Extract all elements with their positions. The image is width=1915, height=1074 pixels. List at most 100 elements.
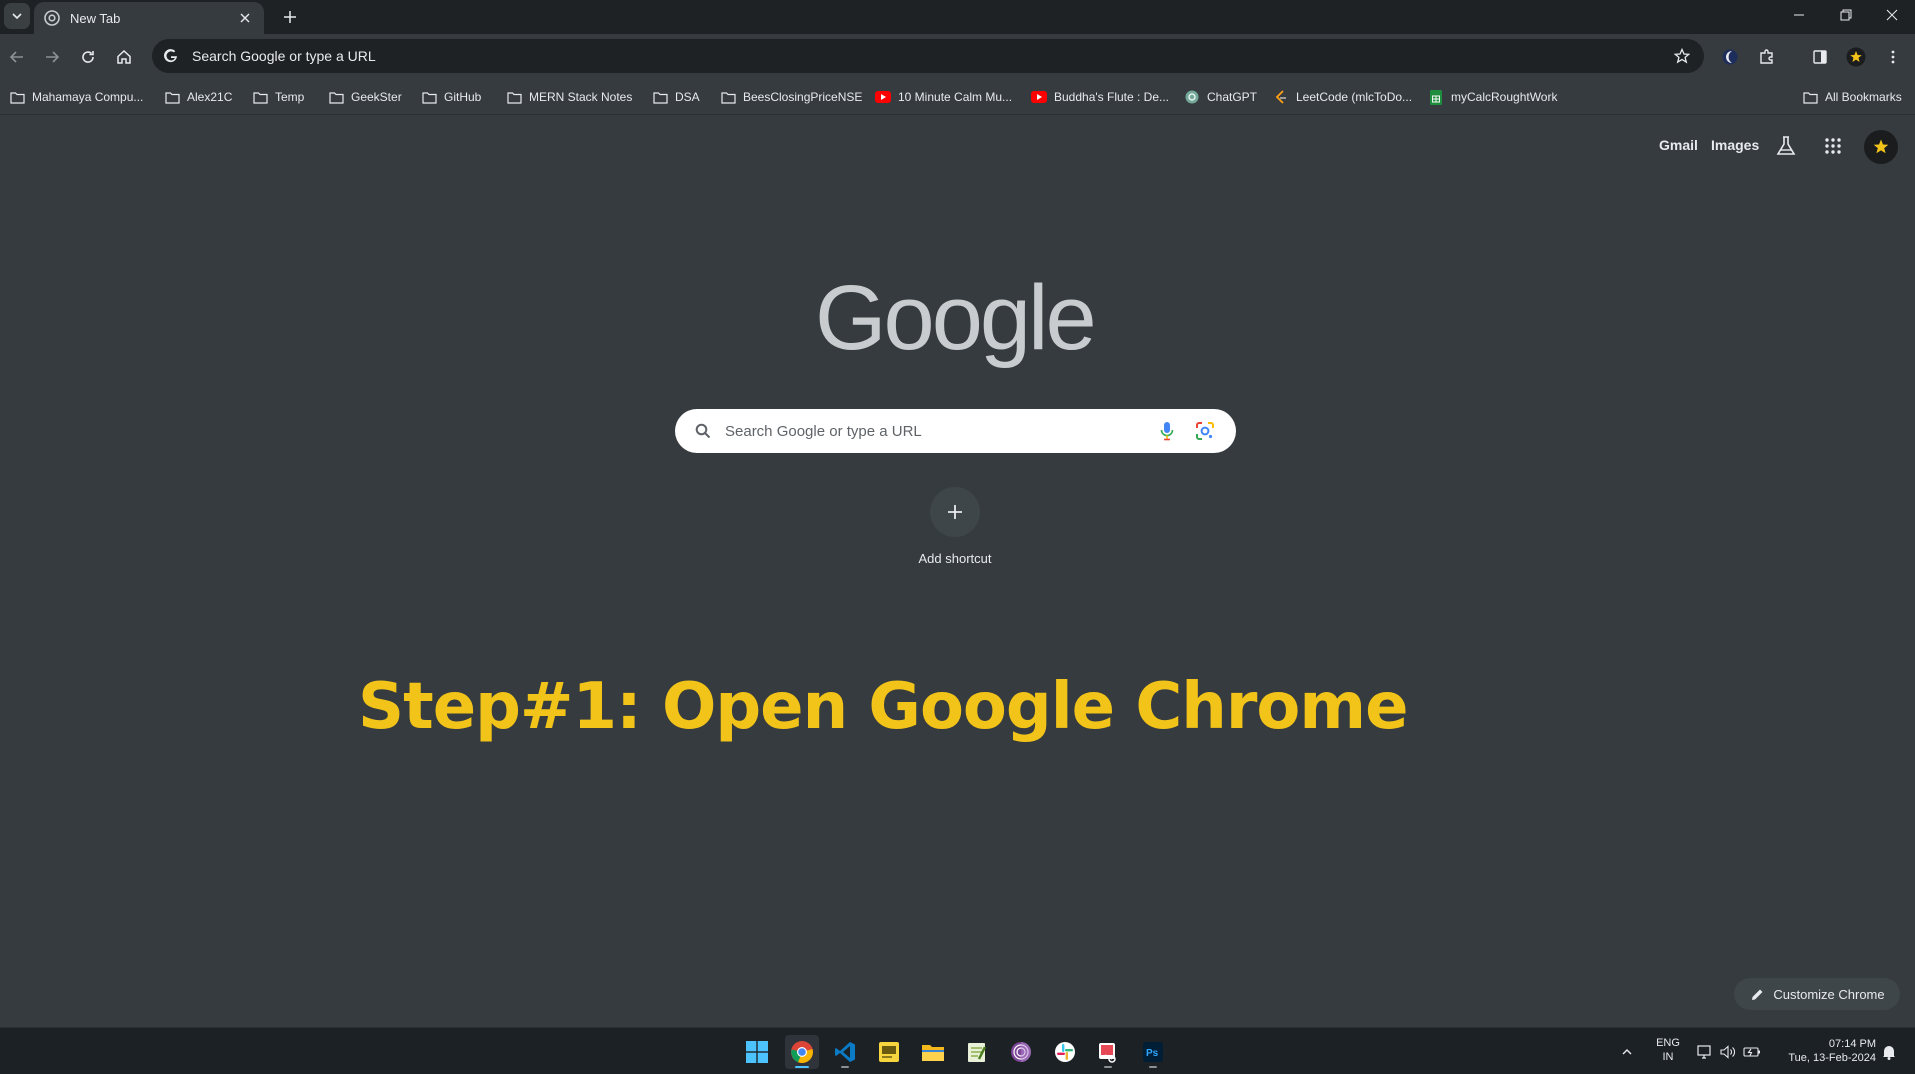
tab-new-tab[interactable]: New Tab (34, 2, 264, 34)
lens-icon (1196, 422, 1214, 440)
forward-button[interactable] (38, 43, 66, 71)
home-icon (117, 49, 131, 64)
bookmark-folder[interactable]: DSA (652, 88, 700, 106)
bookmark-link[interactable]: LeetCode (mlcToDo... (1273, 88, 1412, 106)
star-outline-icon (1674, 48, 1690, 64)
language-indicator[interactable]: ENG IN (1652, 1036, 1684, 1064)
tab-search-button[interactable] (4, 3, 30, 29)
customize-chrome-button[interactable]: Customize Chrome (1734, 978, 1900, 1010)
volume-button[interactable] (1719, 1043, 1737, 1061)
profile-star-avatar-icon (1846, 47, 1866, 67)
clock-button[interactable]: 07:14 PM Tue, 13-Feb-2024 (1772, 1037, 1876, 1065)
taskbar-sticky-notes[interactable] (872, 1035, 906, 1069)
start-button[interactable] (740, 1035, 774, 1069)
close-window-button[interactable] (1869, 0, 1915, 30)
bookmark-label: GitHub (444, 90, 482, 104)
network-button[interactable] (1696, 1043, 1714, 1061)
bell-icon (1883, 1046, 1895, 1060)
dark-reader-extension-button[interactable] (1716, 43, 1744, 71)
google-lens-button[interactable] (1192, 418, 1218, 444)
battery-button[interactable] (1743, 1043, 1761, 1061)
close-tab-icon[interactable] (236, 9, 254, 27)
voice-search-button[interactable] (1154, 418, 1180, 444)
photoshop-icon: Ps (1143, 1042, 1163, 1062)
taskbar-slack[interactable] (1048, 1035, 1082, 1069)
bookmark-label: Alex21C (187, 90, 233, 104)
search-input[interactable]: Search Google or type a URL (725, 423, 1142, 440)
restore-button[interactable] (1823, 0, 1869, 30)
slack-icon (1055, 1042, 1075, 1062)
account-avatar[interactable] (1864, 130, 1898, 164)
taskbar-chrome[interactable] (785, 1035, 819, 1069)
side-panel-button[interactable] (1806, 43, 1834, 71)
folder-icon (328, 89, 344, 105)
extensions-button[interactable] (1753, 43, 1781, 71)
customize-chrome-label: Customize Chrome (1773, 986, 1885, 1002)
address-bar[interactable]: Search Google or type a URL (152, 39, 1704, 73)
new-tab-button[interactable] (278, 5, 302, 29)
minimize-button[interactable] (1776, 0, 1822, 30)
show-hidden-icons-button[interactable] (1618, 1043, 1636, 1061)
bookmark-label: 10 Minute Calm Mu... (898, 90, 1013, 104)
taskbar-file-explorer[interactable] (916, 1035, 950, 1069)
taskbar-notepad-plus[interactable] (960, 1035, 994, 1069)
folder-icon (652, 89, 668, 105)
bookmark-folder[interactable]: BeesClosingPriceNSE (720, 88, 862, 106)
folder-icon (1802, 89, 1818, 105)
leetcode-icon (1273, 89, 1289, 105)
microphone-icon (1160, 422, 1174, 441)
chatgpt-icon (1184, 89, 1200, 105)
add-shortcut-button[interactable] (930, 487, 980, 537)
bookmark-label: MERN Stack Notes (529, 90, 633, 104)
search-labs-button[interactable] (1774, 134, 1798, 158)
svg-text:Ps: Ps (1146, 1048, 1159, 1059)
bookmark-folder[interactable]: GeekSter (328, 88, 402, 106)
taskbar-tor-browser[interactable] (1004, 1035, 1038, 1069)
tor-icon (1011, 1042, 1031, 1062)
puzzle-icon (1760, 49, 1773, 64)
bookmark-link[interactable]: myCalcRoughtWork (1428, 88, 1557, 106)
home-button[interactable] (110, 43, 138, 71)
all-bookmarks-button[interactable]: All Bookmarks (1802, 88, 1902, 106)
tutorial-step-caption: Step#1: Open Google Chrome (358, 670, 1408, 744)
images-link[interactable]: Images (1711, 137, 1759, 153)
bookmark-link[interactable]: Buddha's Flute : De... (1031, 88, 1169, 106)
address-bar-text: Search Google or type a URL (192, 48, 376, 64)
bookmark-folder[interactable]: Alex21C (164, 88, 232, 106)
bookmark-link[interactable]: ChatGPT (1184, 88, 1257, 106)
chrome-menu-button[interactable] (1879, 43, 1907, 71)
clock-date: Tue, 13-Feb-2024 (1788, 1052, 1876, 1064)
bookmark-label: Buddha's Flute : De... (1054, 90, 1170, 104)
back-button[interactable] (3, 43, 31, 71)
google-apps-button[interactable] (1821, 134, 1845, 158)
restore-icon (1840, 9, 1852, 21)
bookmark-link[interactable]: 10 Minute Calm Mu... (875, 88, 1012, 106)
search-box[interactable]: Search Google or type a URL (675, 409, 1236, 453)
gmail-link[interactable]: Gmail (1659, 137, 1698, 153)
bookmark-folder[interactable]: Mahamaya Compu... (9, 88, 143, 106)
folder-icon (720, 89, 736, 105)
bookmark-folder[interactable]: Temp (252, 88, 304, 106)
bookmark-label: Temp (275, 90, 305, 104)
notifications-button[interactable] (1880, 1043, 1898, 1061)
moon-icon (1722, 49, 1738, 65)
chevron-up-icon (1622, 1049, 1632, 1055)
bookmark-label: ChatGPT (1207, 90, 1258, 104)
plus-icon (948, 505, 962, 519)
bookmark-folder[interactable]: MERN Stack Notes (506, 88, 632, 106)
profile-button[interactable] (1842, 43, 1870, 71)
taskbar-vscode[interactable] (828, 1035, 862, 1069)
taskbar-photoshop[interactable]: Ps (1136, 1035, 1170, 1069)
youtube-icon (875, 89, 891, 105)
chrome-favicon-icon (44, 10, 60, 26)
reload-button[interactable] (74, 43, 102, 71)
bookmark-star-button[interactable] (1666, 42, 1698, 70)
windows-logo-icon (746, 1041, 768, 1063)
side-panel-icon (1813, 50, 1827, 64)
search-icon (693, 421, 713, 441)
bookmark-label: LeetCode (mlcToDo... (1296, 90, 1413, 104)
bookmark-folder[interactable]: GitHub (421, 88, 481, 106)
add-shortcut-label[interactable]: Add shortcut (880, 551, 1030, 566)
pencil-icon (1749, 986, 1765, 1002)
taskbar-snipping-tool[interactable] (1091, 1035, 1125, 1069)
